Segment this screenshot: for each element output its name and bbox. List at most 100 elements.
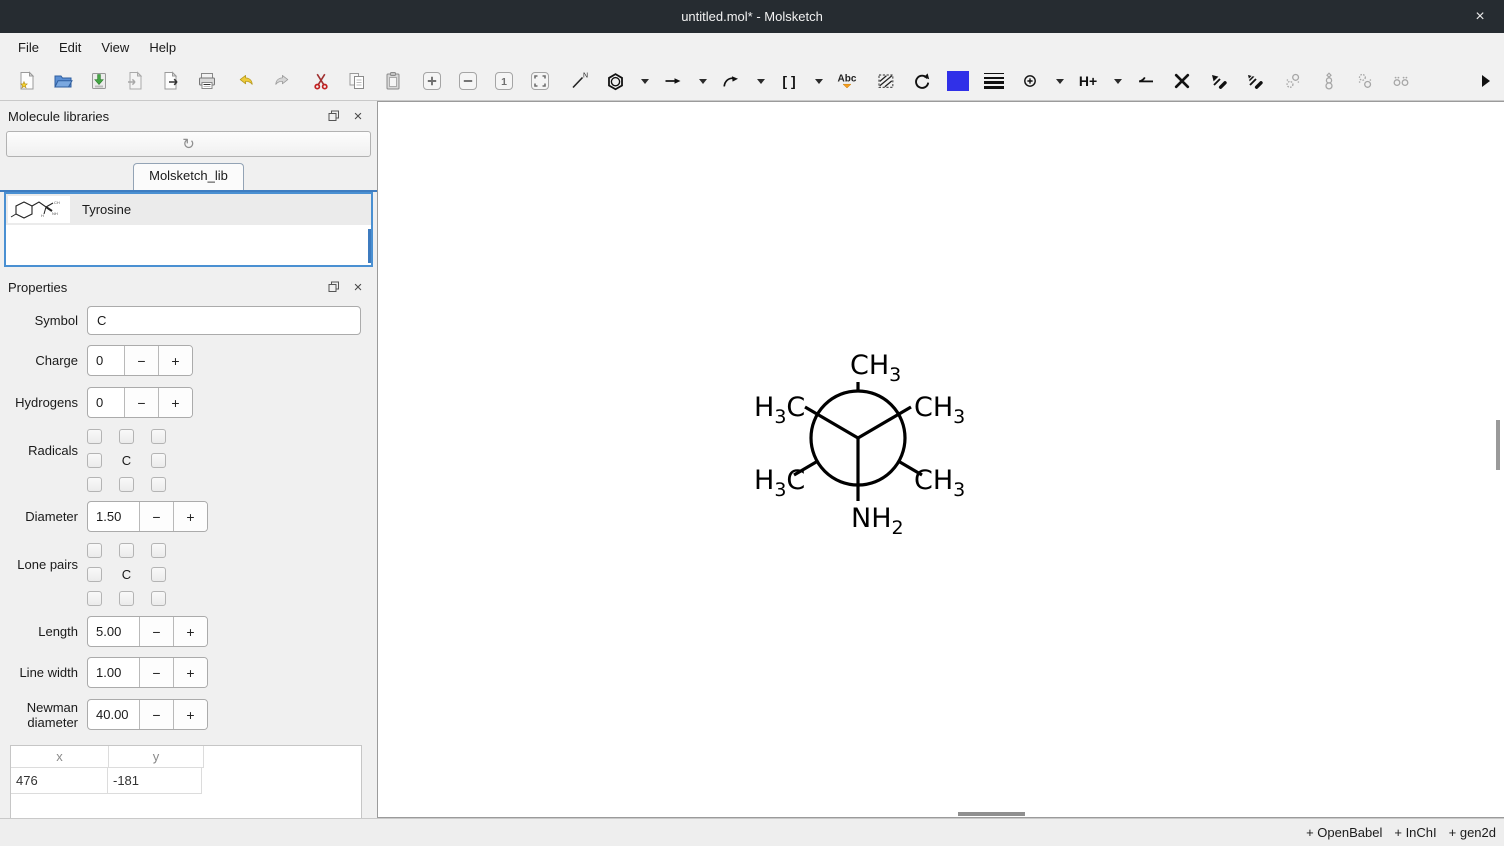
zoom-fit-button[interactable] [527, 68, 553, 94]
redo-button[interactable] [269, 68, 295, 94]
radical-checkbox[interactable] [87, 429, 102, 444]
radical-checkbox[interactable] [87, 477, 102, 492]
open-file-button[interactable] [50, 68, 76, 94]
menu-help[interactable]: Help [139, 36, 186, 59]
mechanism-tool-1[interactable] [1205, 68, 1231, 94]
tab-molsketch-lib[interactable]: Molsketch_lib [133, 163, 244, 190]
toolbar-expand-button[interactable] [1478, 68, 1494, 94]
lone-pair-checkbox[interactable] [87, 567, 102, 582]
hydrogen-tool[interactable]: H+ [1075, 68, 1101, 94]
bracket-dropdown[interactable] [812, 68, 826, 94]
zoom-out-button[interactable] [455, 68, 481, 94]
export-button[interactable] [158, 68, 184, 94]
coordinate-y-cell[interactable]: -181 [108, 768, 202, 794]
length-decrement-button[interactable]: − [139, 617, 173, 646]
atom-label-lower-right[interactable]: CH3 [914, 465, 965, 501]
retrosynthesis-arrow-tool[interactable] [1133, 68, 1159, 94]
symbol-input[interactable]: C [87, 306, 361, 335]
atom-label-lower-left[interactable]: H3C [754, 465, 805, 501]
newman-diameter-increment-button[interactable]: + [173, 700, 207, 729]
lone-pair-checkbox[interactable] [119, 543, 134, 558]
window-close-button[interactable]: × [1466, 0, 1494, 33]
radical-checkbox[interactable] [151, 453, 166, 468]
ring-dropdown[interactable] [638, 68, 652, 94]
newman-diameter-decrement-button[interactable]: − [139, 700, 173, 729]
diameter-decrement-button[interactable]: − [139, 502, 173, 531]
charge-dropdown[interactable] [1053, 68, 1067, 94]
radical-checkbox[interactable] [151, 477, 166, 492]
lone-pair-checkbox[interactable] [87, 591, 102, 606]
menu-file[interactable]: File [8, 36, 49, 59]
coordinate-x-cell[interactable]: 476 [11, 768, 108, 794]
ring-tool[interactable] [602, 68, 628, 94]
refresh-libraries-button[interactable]: ↻ [6, 131, 371, 157]
radical-checkbox[interactable] [151, 429, 166, 444]
curved-arrow-tool[interactable] [718, 68, 744, 94]
library-list[interactable]: CH H NH Tyrosine [4, 192, 373, 267]
undo-button[interactable] [233, 68, 259, 94]
arrow-tool[interactable] [660, 68, 686, 94]
lone-pair-checkbox[interactable] [119, 591, 134, 606]
atom-label-upper-right[interactable]: CH3 [914, 392, 965, 428]
lone-pair-checkbox[interactable] [151, 543, 166, 558]
paste-button[interactable] [380, 68, 406, 94]
canvas-horizontal-scrollbar[interactable] [958, 812, 1025, 816]
dock-close-button[interactable]: × [349, 107, 367, 125]
import-button[interactable] [122, 68, 148, 94]
dock-close-button[interactable]: × [349, 278, 367, 296]
rotate-tool[interactable] [909, 68, 935, 94]
charge-tool[interactable] [1017, 68, 1043, 94]
color-picker[interactable] [945, 68, 971, 94]
radical-checkbox[interactable] [119, 429, 134, 444]
print-button[interactable] [194, 68, 220, 94]
menu-edit[interactable]: Edit [49, 36, 91, 59]
curved-arrow-dropdown[interactable] [754, 68, 768, 94]
newman-projection-molecule[interactable]: CH3 H3C CH3 H3C CH3 NH2 [748, 341, 978, 551]
selection-hatch-tool[interactable] [873, 68, 899, 94]
drawing-canvas[interactable]: CH3 H3C CH3 H3C CH3 NH2 [377, 101, 1504, 818]
list-item-tyrosine[interactable]: CH H NH Tyrosine [6, 194, 371, 225]
lone-pair-checkbox[interactable] [151, 591, 166, 606]
hydrogen-dropdown[interactable] [1111, 68, 1125, 94]
charge-value[interactable]: 0 [88, 346, 124, 375]
diameter-increment-button[interactable]: + [173, 502, 207, 531]
atom-label-bottom[interactable]: NH2 [851, 503, 904, 539]
length-value[interactable]: 5.00 [88, 617, 139, 646]
charge-increment-button[interactable]: + [158, 346, 192, 375]
hydrogens-increment-button[interactable]: + [158, 388, 192, 417]
lone-pair-checkbox[interactable] [87, 543, 102, 558]
diameter-value[interactable]: 1.50 [88, 502, 139, 531]
zoom-reset-button[interactable]: 1 [491, 68, 517, 94]
canvas-vertical-scrollbar[interactable] [1496, 420, 1500, 470]
cut-button[interactable] [308, 68, 334, 94]
library-list-scrollbar[interactable] [368, 229, 371, 263]
radical-checkbox[interactable] [119, 477, 134, 492]
delete-tool[interactable] [1169, 68, 1195, 94]
line-width-value[interactable]: 1.00 [88, 658, 139, 687]
hydrogens-value[interactable]: 0 [88, 388, 124, 417]
length-increment-button[interactable]: + [173, 617, 207, 646]
dock-float-button[interactable] [325, 107, 343, 125]
copy-button[interactable] [344, 68, 370, 94]
newman-diameter-value[interactable]: 40.00 [88, 700, 139, 729]
line-width-decrement-button[interactable]: − [139, 658, 173, 687]
molecule-tool-1[interactable] [1280, 68, 1306, 94]
charge-decrement-button[interactable]: − [124, 346, 158, 375]
text-tool[interactable]: Abc [834, 68, 860, 94]
radical-checkbox[interactable] [87, 453, 102, 468]
line-width-increment-button[interactable]: + [173, 658, 207, 687]
mechanism-tool-2[interactable] [1241, 68, 1267, 94]
molecule-tool-4[interactable] [1388, 68, 1414, 94]
menu-view[interactable]: View [91, 36, 139, 59]
draw-bond-tool[interactable]: N [566, 68, 592, 94]
atom-label-top[interactable]: CH3 [850, 350, 901, 386]
lone-pair-checkbox[interactable] [151, 567, 166, 582]
save-button[interactable] [86, 68, 112, 94]
atom-label-upper-left[interactable]: H3C [754, 392, 805, 428]
new-file-button[interactable] [14, 68, 40, 94]
molecule-tool-2[interactable] [1316, 68, 1342, 94]
molecule-tool-3[interactable] [1352, 68, 1378, 94]
arrow-dropdown[interactable] [696, 68, 710, 94]
dock-float-button[interactable] [325, 278, 343, 296]
zoom-in-button[interactable] [419, 68, 445, 94]
